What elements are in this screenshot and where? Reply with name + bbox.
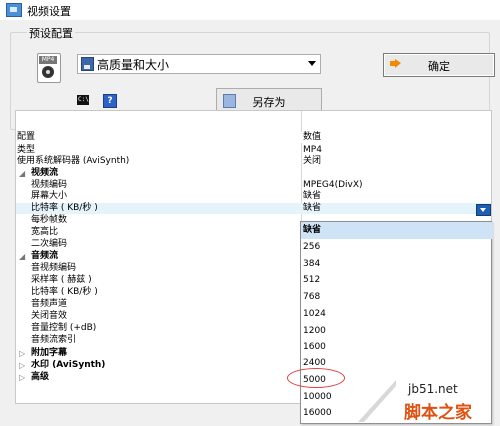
row-key: 比特率 ( KB/秒 ) [31,203,98,213]
expand-icon[interactable]: ▷ [19,372,25,383]
grid-category-video[interactable]: ◢ 视频流 [16,168,491,179]
collapse-icon[interactable]: ◢ [19,251,25,262]
help-icon[interactable]: ? [103,94,117,108]
grid-row-selected[interactable]: 比特率 ( KB/秒 ) 缺省 [16,203,491,214]
row-key: 类型 [17,145,36,155]
grid-header: 配置 数值 [16,132,491,143]
save-as-button-label: 另存为 [252,96,286,109]
row-key: 附加字幕 [31,348,68,358]
watermark-name: 脚本之家 [404,403,472,423]
row-value: MPEG4(DivX) [303,180,363,190]
mp4-icon-label: MP4 [39,56,57,64]
row-key: 屏幕大小 [31,191,68,201]
row-key: 二次编码 [31,239,68,249]
highlight-circle-annotation [287,368,345,388]
preset-select[interactable]: 高质量和大小 [77,54,321,74]
expand-icon[interactable]: ▷ [19,360,25,371]
row-value: 关闭 [303,156,322,166]
header-key: 配置 [17,132,36,142]
header-value: 数值 [303,132,322,142]
watermark-logo-icon [358,380,396,422]
row-value: 缺省 [303,191,322,201]
row-key: 宽高比 [31,227,59,237]
row-key: 使用系统解码器 (AviSynth) [17,156,130,166]
chevron-down-icon[interactable] [308,61,316,66]
row-key: 高级 [31,372,50,382]
grid-row[interactable]: 类型 MP4 [16,145,491,156]
video-settings-window: 视频设置 预设配置 MP4 高质量和大小 确定 ? 另存为 [0,0,500,426]
grid-row[interactable]: 屏幕大小 缺省 [16,191,491,202]
title-bar: 视频设置 [0,0,500,20]
row-key: 比特率 ( KB/秒 ) [31,287,98,297]
watermark-site: jb51.net [408,382,458,396]
row-key: 音频声道 [31,299,68,309]
preset-group-label: 预设配置 [27,25,75,41]
mp4-file-icon: MP4 [37,53,61,83]
command-prompt-icon[interactable] [77,95,89,105]
row-key: 视频流 [31,168,59,178]
preset-select-value: 高质量和大小 [97,58,170,72]
window-title: 视频设置 [27,5,71,18]
save-disk-icon [81,57,94,71]
grid-row[interactable]: 视频编码 MPEG4(DivX) [16,180,491,191]
row-key: 音频流 [31,251,59,261]
ok-button[interactable]: 确定 [383,53,495,77]
disc-icon [42,66,54,78]
app-icon [6,3,22,17]
watermark: jb51.net 脚本之家 [358,380,498,424]
row-key: 音视频编码 [31,263,77,273]
row-value: MP4 [303,145,322,155]
row-key: 关闭音效 [31,311,68,321]
row-key: 音频流索引 [31,335,77,345]
collapse-icon[interactable]: ◢ [19,168,25,179]
row-key: 水印 (AviSynth) [31,360,106,370]
row-value: 缺省 [303,203,322,213]
grid-row[interactable]: 使用系统解码器 (AviSynth) 关闭 [16,156,491,167]
row-key: 视频编码 [31,180,68,190]
row-key: 音量控制 (+dB) [31,323,97,333]
ok-button-label: 确定 [428,60,450,73]
expand-icon[interactable]: ▷ [19,348,25,359]
row-key: 采样率 ( 赫兹 ) [31,275,92,285]
row-key: 每秒帧数 [31,215,68,225]
